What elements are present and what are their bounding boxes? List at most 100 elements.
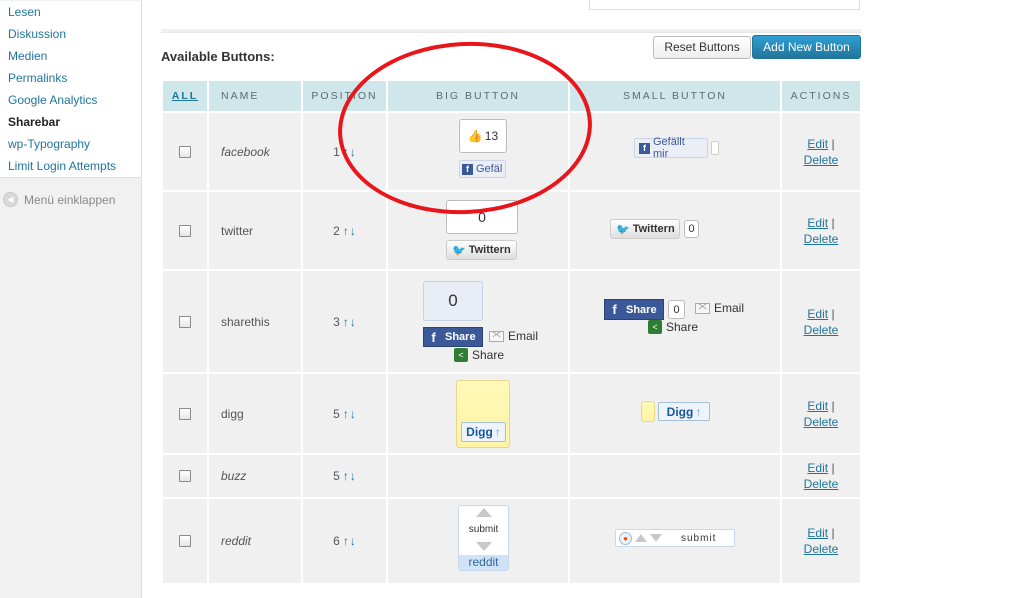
big-button-preview: submit reddit xyxy=(388,499,570,583)
move-up-icon[interactable]: ↑ xyxy=(343,469,349,483)
move-up-icon[interactable]: ↑ xyxy=(343,145,349,159)
section-title: Available Buttons: xyxy=(161,49,275,64)
move-down-icon[interactable]: ↓ xyxy=(350,145,356,159)
small-button-preview: 🐦 Twittern 0 xyxy=(570,192,782,269)
edit-link[interactable]: Edit xyxy=(807,137,828,151)
sharethis-share-button[interactable]: < Share xyxy=(454,348,504,362)
digg-label: Digg xyxy=(666,404,694,419)
share-icon: < xyxy=(648,320,662,334)
move-down-icon[interactable]: ↓ xyxy=(350,534,356,548)
row-checkbox[interactable] xyxy=(179,315,191,328)
move-down-icon[interactable]: ↓ xyxy=(350,407,356,421)
move-down-icon[interactable]: ↓ xyxy=(350,224,356,238)
row-checkbox[interactable] xyxy=(179,535,191,547)
table-row: buzz 5 ↑ ↓ Edit | Delete xyxy=(163,455,860,499)
edit-link[interactable]: Edit xyxy=(807,307,828,321)
settings-submenu: Lesen Diskussion Medien Permalinks Googl… xyxy=(0,1,141,178)
reddit-small-button[interactable]: ● submit xyxy=(615,529,735,547)
small-button-preview: f Gefällt mir xyxy=(570,113,782,190)
email-label: Email xyxy=(508,329,539,343)
sharethis-fb-share-small-button[interactable]: f Share xyxy=(604,299,664,320)
button-name: reddit xyxy=(209,499,303,583)
admin-sidebar: Lesen Diskussion Medien Permalinks Googl… xyxy=(0,0,142,598)
move-up-icon[interactable]: ↑ xyxy=(343,224,349,238)
table-row: twitter 2 ↑ ↓ 0 🐦 Twittern 🐦 Twittern 0 Edit… xyxy=(163,192,860,271)
move-up-icon[interactable]: ↑ xyxy=(343,534,349,548)
small-button-preview: f Share 0 Email < Share xyxy=(570,271,782,372)
button-name: facebook xyxy=(209,113,303,190)
edit-link[interactable]: Edit xyxy=(807,399,828,413)
delete-link[interactable]: Delete xyxy=(804,153,839,167)
sharethis-email-small-button[interactable]: Email xyxy=(695,301,744,315)
move-down-icon[interactable]: ↓ xyxy=(350,315,356,329)
fb-count-stub xyxy=(711,141,719,155)
row-checkbox[interactable] xyxy=(179,145,191,158)
collapse-menu-label: Menü einklappen xyxy=(24,192,116,207)
button-name: twitter xyxy=(209,192,303,269)
header-position: POSITION xyxy=(303,81,388,111)
reddit-label: reddit xyxy=(459,555,508,570)
sidebar-item-medien[interactable]: Medien xyxy=(0,45,141,67)
header-all: ALL xyxy=(163,81,209,111)
sidebar-item-permalinks[interactable]: Permalinks xyxy=(0,67,141,89)
envelope-icon xyxy=(489,330,504,342)
delete-link[interactable]: Delete xyxy=(804,323,839,337)
tweet-small-button[interactable]: 🐦 Twittern xyxy=(610,219,680,239)
sidebar-item-wp-typography[interactable]: wp-Typography xyxy=(0,133,141,155)
row-checkbox[interactable] xyxy=(179,470,191,482)
digg-small-count-box xyxy=(641,401,655,422)
share-label: Share xyxy=(472,348,505,362)
digg-small-button[interactable]: Digg ↑ xyxy=(658,402,710,421)
table-header: ALL NAME POSITION BIG BUTTON SMALL BUTTO… xyxy=(163,81,860,113)
facebook-icon: f xyxy=(612,302,617,317)
move-up-icon[interactable]: ↑ xyxy=(343,315,349,329)
sharethis-email-button[interactable]: Email xyxy=(489,329,538,343)
move-up-icon[interactable]: ↑ xyxy=(343,407,349,421)
table-row: facebook 1 ↑ ↓ 👍 13 f Gefäl f Gefällt mir Edi… xyxy=(163,113,860,192)
sidebar-item-google-analytics[interactable]: Google Analytics xyxy=(0,89,141,111)
twitter-bird-icon: 🐦 xyxy=(616,223,630,236)
reddit-big-button[interactable]: submit reddit xyxy=(458,505,509,571)
add-new-button[interactable]: Add New Button xyxy=(752,35,861,59)
edit-link[interactable]: Edit xyxy=(807,461,828,475)
collapse-menu-button[interactable]: ◀ Menü einklappen xyxy=(3,192,115,207)
share-label: Share xyxy=(626,303,657,316)
edit-link[interactable]: Edit xyxy=(807,216,828,230)
delete-link[interactable]: Delete xyxy=(804,415,839,429)
big-button-preview: 0 f Share Email < Share xyxy=(388,271,570,372)
small-button-preview xyxy=(570,455,782,497)
position-number: 6 xyxy=(333,534,340,548)
fb-like-big-button[interactable]: f Gefäl xyxy=(459,160,506,178)
select-all-link[interactable]: ALL xyxy=(172,90,198,102)
table-row: digg 5 ↑ ↓ Digg ↑ Digg ↑ Edit | Delete xyxy=(163,374,860,455)
fb-like-small-button[interactable]: f Gefällt mir xyxy=(634,136,708,160)
sidebar-item-lesen[interactable]: Lesen xyxy=(0,1,141,23)
top-input-box[interactable] xyxy=(589,0,860,10)
tweet-big-button[interactable]: 🐦 Twittern xyxy=(446,240,517,260)
row-checkbox[interactable] xyxy=(179,224,191,237)
envelope-icon xyxy=(695,302,710,314)
table-row: reddit 6 ↑ ↓ submit reddit ● submit Edit |… xyxy=(163,499,860,585)
move-down-icon[interactable]: ↓ xyxy=(350,469,356,483)
section-divider xyxy=(161,29,861,33)
tweet-small-count: 0 xyxy=(684,220,699,238)
share-label: Share xyxy=(445,331,476,343)
delete-link[interactable]: Delete xyxy=(804,232,839,246)
reddit-submit-label: submit xyxy=(468,524,499,535)
collapse-arrow-icon: ◀ xyxy=(3,192,18,207)
big-button-preview: 0 🐦 Twittern xyxy=(388,192,570,269)
sidebar-item-diskussion[interactable]: Diskussion xyxy=(0,23,141,45)
delete-link[interactable]: Delete xyxy=(804,542,839,556)
reset-buttons-button[interactable]: Reset Buttons xyxy=(653,36,751,59)
tweet-count-box: 0 xyxy=(446,200,518,234)
header-big-button: BIG BUTTON xyxy=(388,81,570,111)
sharethis-fb-share-button[interactable]: f Share xyxy=(423,327,483,347)
reddit-small-submit-label: submit xyxy=(681,532,717,544)
digg-big-button[interactable]: Digg ↑ xyxy=(461,422,506,442)
sidebar-item-sharebar[interactable]: Sharebar xyxy=(0,111,141,133)
delete-link[interactable]: Delete xyxy=(804,477,839,491)
edit-link[interactable]: Edit xyxy=(807,526,828,540)
sidebar-item-limit-login-attempts[interactable]: Limit Login Attempts xyxy=(0,155,141,177)
row-checkbox[interactable] xyxy=(179,407,191,420)
sharethis-share-small-button[interactable]: < Share xyxy=(648,320,698,334)
